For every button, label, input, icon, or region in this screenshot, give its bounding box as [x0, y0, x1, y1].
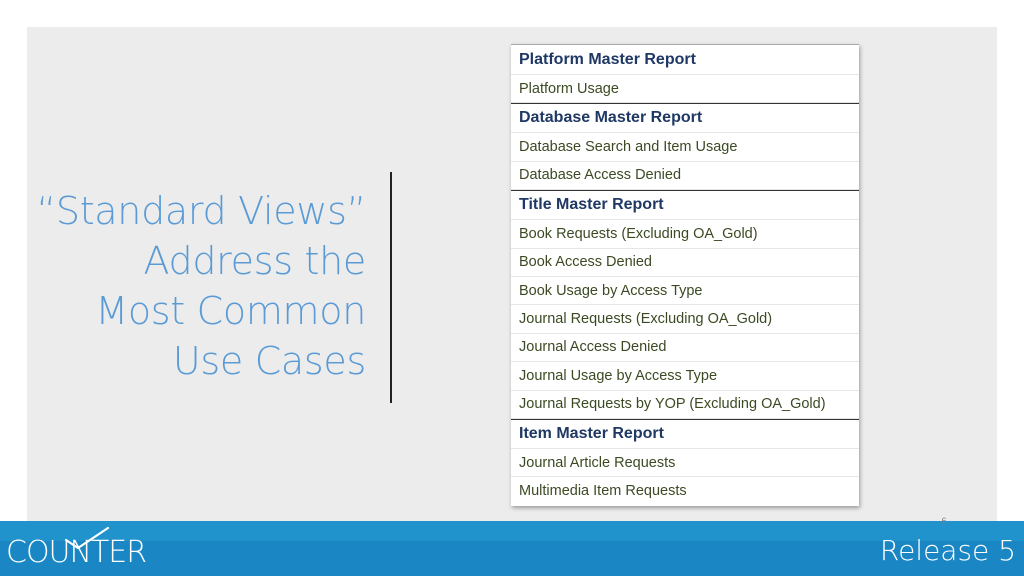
standard-view-item: Database Search and Item Usage: [511, 133, 859, 162]
release-label: Release 5: [879, 534, 1016, 567]
report-header: Database Master Report: [511, 103, 859, 134]
report-header: Title Master Report: [511, 190, 859, 221]
standard-view-item: Journal Requests by YOP (Excluding OA_Go…: [511, 391, 859, 419]
slide-title: “Standard Views” Address the Most Common…: [30, 186, 367, 386]
standard-view-item: Journal Access Denied: [511, 334, 859, 363]
title-line: Address the: [143, 239, 367, 283]
footer-band: [0, 521, 1024, 541]
standard-view-item: Database Access Denied: [511, 162, 859, 191]
title-line: Use Cases: [172, 339, 366, 383]
vertical-divider: [390, 172, 392, 403]
standard-view-item: Journal Article Requests: [511, 449, 859, 478]
standard-view-item: Multimedia Item Requests: [519, 483, 687, 500]
report-header: Platform Master Report: [511, 45, 859, 75]
standard-view-item: Platform Usage: [511, 75, 859, 104]
standard-view-item: Journal Usage by Access Type: [511, 362, 859, 391]
title-line: “Standard Views”: [36, 189, 367, 233]
title-line: Most Common: [95, 289, 366, 333]
counter-logo: COUNTER: [6, 526, 147, 570]
page-number: 6: [941, 516, 947, 526]
report-header: Item Master Report: [511, 418, 859, 449]
standard-views-table: Platform Master Report Platform Usage Da…: [511, 44, 859, 506]
standard-view-item: Book Usage by Access Type: [511, 277, 859, 306]
standard-view-item: Journal Requests (Excluding OA_Gold): [511, 305, 859, 334]
standard-view-item: Book Access Denied: [511, 249, 859, 277]
standard-view-item: Book Requests (Excluding OA_Gold): [511, 220, 859, 249]
checkmark-icon: [64, 526, 110, 550]
